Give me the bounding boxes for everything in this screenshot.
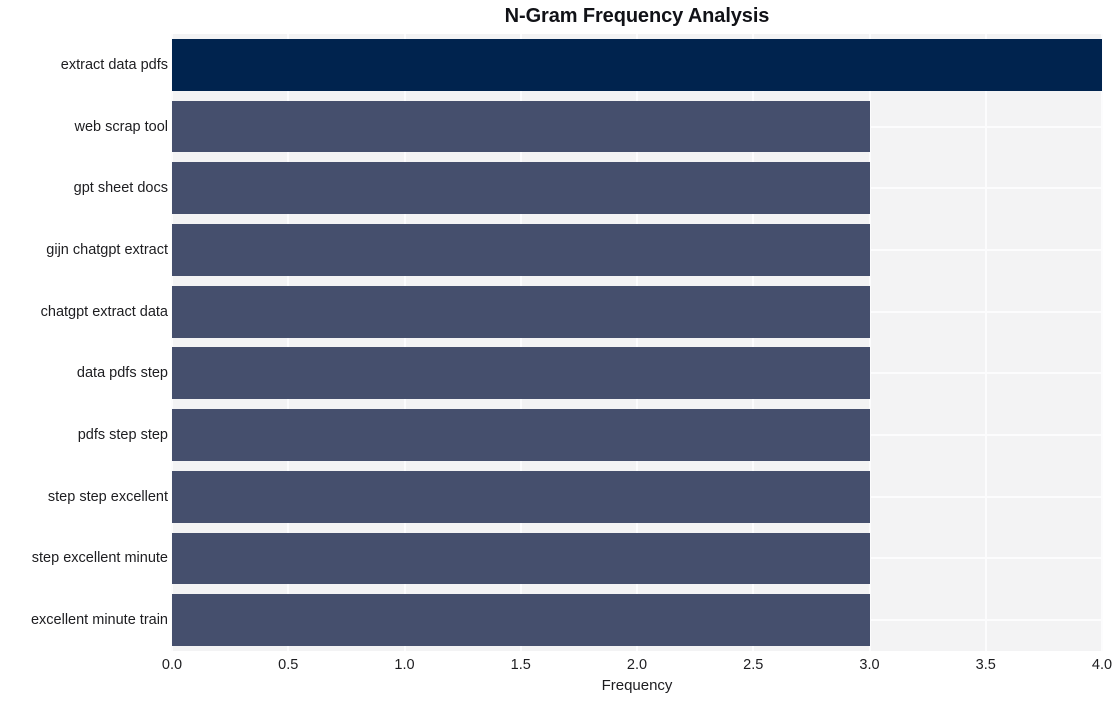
y-tick-label: gijn chatgpt extract <box>46 241 168 258</box>
bar <box>172 162 870 215</box>
bar <box>172 594 870 647</box>
x-tick-label: 0.5 <box>278 657 299 673</box>
bar <box>172 347 870 400</box>
y-tick-label: step excellent minute <box>31 550 168 567</box>
bar <box>172 285 870 338</box>
bar <box>172 409 870 461</box>
x-tick-label: 0.0 <box>161 657 183 673</box>
y-tick-label: extract data pdfs <box>60 56 168 73</box>
y-tick-label: step step excellent <box>47 488 168 505</box>
plot-area <box>171 34 1103 651</box>
bar <box>172 470 870 523</box>
y-tick-label: pdfs step step <box>77 427 168 444</box>
bar <box>172 100 870 153</box>
x-tick-label: 3.0 <box>859 657 880 673</box>
y-axis: extract data pdfs web scrap tool gpt sheet… <box>0 34 168 651</box>
x-axis-title: Frequency <box>601 677 673 694</box>
chart-figure: N-Gram Frequency Analysis extract data p… <box>0 0 1112 701</box>
x-tick-label: 1.0 <box>394 657 415 673</box>
chart-title: N-Gram Frequency Analysis <box>504 5 770 27</box>
bar <box>172 38 1102 91</box>
y-tick-label: web scrap tool <box>74 118 169 135</box>
bar <box>172 224 870 276</box>
y-tick-label: gpt sheet docs <box>73 180 168 197</box>
x-tick-label: 4.0 <box>1091 657 1112 673</box>
x-tick-label: 2.5 <box>743 657 764 673</box>
bar <box>172 532 870 585</box>
y-tick-label: chatgpt extract data <box>40 303 168 320</box>
y-tick-label: data pdfs step <box>76 365 168 382</box>
x-tick-label: 3.5 <box>975 657 996 673</box>
x-axis: Frequency 0.0 0.5 1.0 1.5 2.0 2.5 3.0 3.5 4.0 <box>0 651 1112 701</box>
x-tick-label: 1.5 <box>510 657 531 673</box>
y-tick-label: excellent minute train <box>30 612 168 629</box>
x-tick-label: 2.0 <box>626 657 648 673</box>
